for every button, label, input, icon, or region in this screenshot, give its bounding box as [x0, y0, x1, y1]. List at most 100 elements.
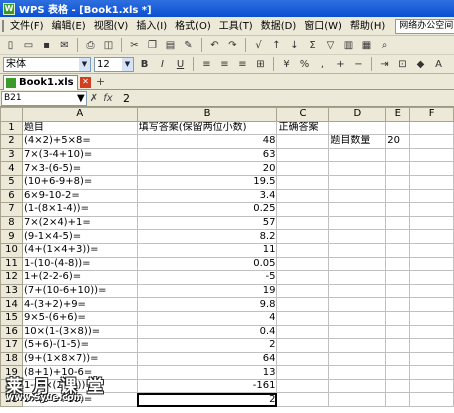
cell-question[interactable]: 4-(3+2)+9= [21, 297, 138, 312]
cancel-icon[interactable]: ✗ [87, 93, 101, 104]
cell-question[interactable]: 10×(1-(3×8))= [21, 324, 138, 340]
cell-d[interactable] [328, 310, 387, 326]
menu-view[interactable]: 视图(V) [90, 18, 133, 35]
cell-e[interactable] [385, 351, 411, 367]
cell-f[interactable] [409, 270, 454, 285]
row-header[interactable]: 3 [0, 147, 23, 163]
cell-d[interactable] [328, 174, 387, 190]
cell-f[interactable] [409, 147, 454, 163]
row-header[interactable]: 7 [0, 202, 23, 217]
cell-e[interactable] [385, 202, 411, 217]
align-center-icon[interactable]: ≡ [217, 57, 232, 72]
cell-d[interactable] [328, 120, 387, 136]
cell-correct-answer[interactable] [276, 283, 330, 299]
cell-e[interactable] [385, 283, 411, 299]
function-icon[interactable]: fx [101, 93, 115, 104]
cell-d[interactable] [328, 147, 387, 163]
column-header-f[interactable]: F [409, 107, 454, 122]
cell-question[interactable]: 1-(10-(4-8))= [21, 256, 138, 272]
cell-answer[interactable]: 13 [136, 365, 278, 380]
increase-decimal-icon[interactable]: + [333, 57, 348, 72]
cell-f[interactable] [409, 120, 454, 136]
cell-answer[interactable]: 20 [136, 161, 278, 176]
thousands-separator-icon[interactable]: , [315, 57, 330, 72]
cell-d[interactable] [328, 338, 387, 353]
row-header[interactable]: 17 [0, 338, 23, 353]
cell-question[interactable]: 7×(2×4)+1= [21, 215, 138, 231]
cell-d[interactable] [328, 270, 387, 285]
cell-question[interactable]: 题目 [21, 120, 138, 136]
font-name-select[interactable]: 宋体 ▼ [3, 56, 91, 72]
row-header[interactable]: 12 [0, 270, 23, 285]
row-header[interactable]: 18 [0, 351, 23, 367]
cell-correct-answer[interactable] [276, 188, 330, 204]
column-header-a[interactable]: A [21, 107, 138, 122]
name-box[interactable]: B21 ▼ [1, 90, 87, 106]
cell-d[interactable] [328, 188, 387, 204]
cell-f[interactable] [409, 365, 454, 380]
cell-question[interactable]: (4×2)+5×8= [21, 134, 138, 149]
cell-correct-answer[interactable] [276, 324, 330, 340]
cell-correct-answer[interactable] [276, 242, 330, 258]
cell-answer[interactable]: 19 [136, 283, 278, 299]
cell-e[interactable] [385, 256, 411, 272]
merge-center-icon[interactable]: ⊞ [253, 57, 268, 72]
filter-icon[interactable]: ▽ [323, 38, 338, 53]
cell-f[interactable] [409, 297, 454, 312]
online-office-search[interactable]: 网络办公空间 [395, 18, 454, 34]
copy-icon[interactable]: ❐ [145, 38, 160, 53]
new-file-icon[interactable]: ▯ [3, 38, 18, 53]
decrease-decimal-icon[interactable]: − [351, 57, 366, 72]
cell-f[interactable] [409, 310, 454, 326]
cell-f[interactable] [409, 256, 454, 272]
cut-icon[interactable]: ✂ [127, 38, 142, 53]
cell-f[interactable] [409, 229, 454, 244]
close-icon[interactable]: ✕ [80, 77, 91, 88]
paste-icon[interactable]: ▤ [163, 38, 178, 53]
cell-answer[interactable]: 8.2 [136, 229, 278, 244]
cell-question[interactable]: (9+(1×8×7))= [21, 351, 138, 367]
cell-f[interactable] [409, 378, 454, 394]
cell-e[interactable]: 20 [385, 134, 411, 149]
borders-icon[interactable]: ⊡ [395, 57, 410, 72]
cell-correct-answer[interactable] [276, 174, 330, 190]
cell-f[interactable] [409, 338, 454, 353]
redo-icon[interactable]: ↷ [225, 38, 240, 53]
cell-answer[interactable]: -5 [136, 270, 278, 285]
cell-answer[interactable]: 2 [136, 392, 278, 408]
cell-question[interactable]: (4+(1×4+3))= [21, 242, 138, 258]
cell-e[interactable] [385, 147, 411, 163]
cell-f[interactable] [409, 242, 454, 258]
cell-d[interactable]: 题目数量 [328, 134, 387, 149]
menu-edit[interactable]: 编辑(E) [48, 18, 90, 35]
cell-answer[interactable]: -161 [136, 378, 278, 394]
cell-d[interactable] [328, 283, 387, 299]
undo-icon[interactable]: ↶ [207, 38, 222, 53]
cell-answer[interactable]: 2 [136, 338, 278, 353]
cell-f[interactable] [409, 215, 454, 231]
cell-d[interactable] [328, 256, 387, 272]
cell-correct-answer[interactable] [276, 229, 330, 244]
chart-icon[interactable]: ▥ [341, 38, 356, 53]
cell-correct-answer[interactable] [276, 215, 330, 231]
align-left-icon[interactable]: ≡ [199, 57, 214, 72]
cell-e[interactable] [385, 188, 411, 204]
cell-answer[interactable]: 19.5 [136, 174, 278, 190]
indent-icon[interactable]: ⇥ [377, 57, 392, 72]
cell-correct-answer[interactable] [276, 202, 330, 217]
cell-question[interactable]: 6×9-10-2= [21, 188, 138, 204]
cell-e[interactable] [385, 174, 411, 190]
cell-question[interactable]: (7+(10-6+10))= [21, 283, 138, 299]
currency-icon[interactable]: ¥ [279, 57, 294, 72]
cell-f[interactable] [409, 392, 454, 408]
menu-tools[interactable]: 工具(T) [215, 18, 257, 35]
cell-d[interactable] [328, 161, 387, 176]
cell-d[interactable] [328, 324, 387, 340]
row-header[interactable]: 16 [0, 324, 23, 340]
cell-d[interactable] [328, 202, 387, 217]
cell-answer[interactable]: 0.05 [136, 256, 278, 272]
row-header[interactable]: 15 [0, 310, 23, 326]
cell-answer[interactable]: 4 [136, 310, 278, 326]
cell-correct-answer[interactable] [276, 351, 330, 367]
autosum-icon[interactable]: Σ [305, 38, 320, 53]
